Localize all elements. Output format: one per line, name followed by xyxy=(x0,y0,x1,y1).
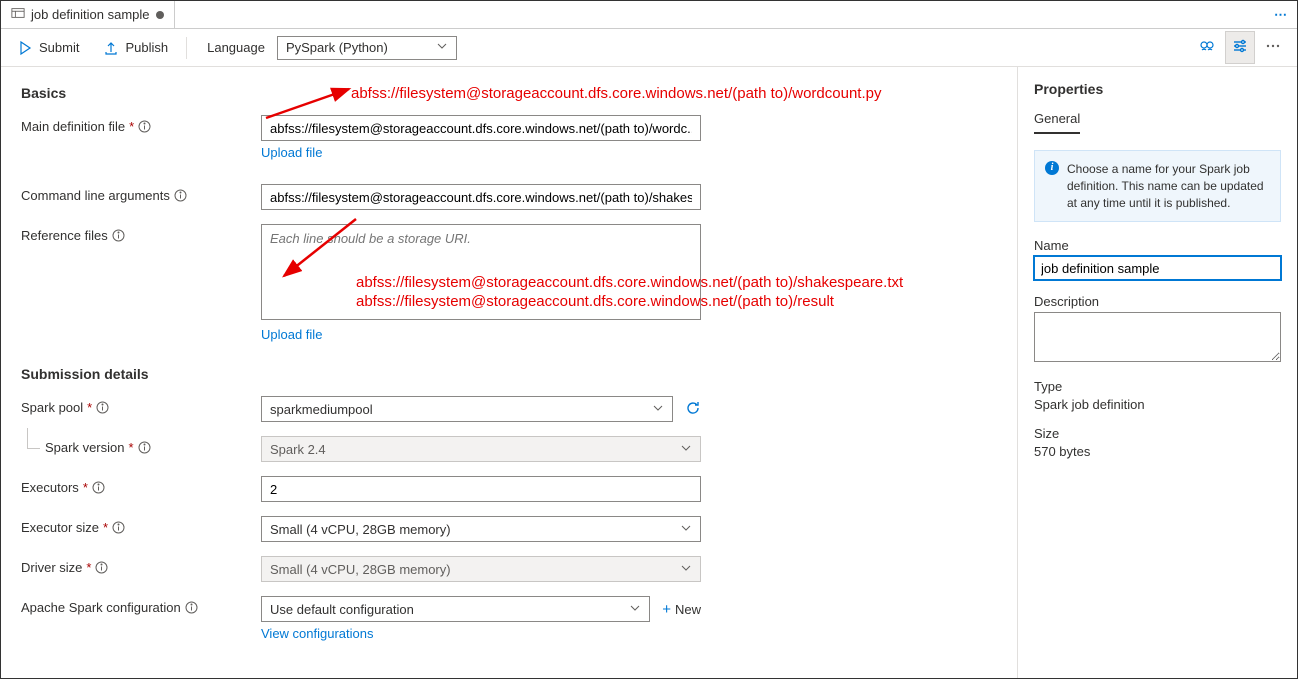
executors-input[interactable] xyxy=(261,476,701,502)
info-icon[interactable] xyxy=(112,229,125,242)
unsaved-indicator-icon xyxy=(156,11,164,19)
properties-panel: Properties General i Choose a name for y… xyxy=(1017,67,1297,678)
config-label: Apache Spark configuration xyxy=(21,600,181,615)
language-label: Language xyxy=(207,40,265,55)
name-input[interactable] xyxy=(1034,256,1281,280)
executor-size-label: Executor size xyxy=(21,520,99,535)
publish-button[interactable]: Publish xyxy=(97,36,174,60)
more-icon-button[interactable] xyxy=(1259,32,1287,63)
executor-size-value: Small (4 vCPU, 28GB memory) xyxy=(270,522,451,537)
info-text: Choose a name for your Spark job definit… xyxy=(1067,162,1264,210)
info-icon[interactable] xyxy=(138,120,151,133)
new-config-button[interactable]: + New xyxy=(662,601,701,618)
basics-heading: Basics xyxy=(21,85,997,101)
feedback-icon-button[interactable] xyxy=(1193,32,1221,63)
tabbar-more-icon[interactable]: ⋯ xyxy=(1274,1,1297,28)
info-icon[interactable] xyxy=(138,441,151,454)
description-label: Description xyxy=(1034,294,1281,309)
submit-label: Submit xyxy=(39,40,79,55)
language-select[interactable]: PySpark (Python) xyxy=(277,36,457,60)
config-value: Use default configuration xyxy=(270,602,414,617)
type-value: Spark job definition xyxy=(1034,397,1281,412)
config-select[interactable]: Use default configuration xyxy=(261,596,650,622)
upload-file-link-2[interactable]: Upload file xyxy=(261,327,322,342)
name-label: Name xyxy=(1034,238,1281,253)
view-configurations-link[interactable]: View configurations xyxy=(261,626,374,641)
info-message: i Choose a name for your Spark job defin… xyxy=(1034,150,1281,222)
main-def-file-label: Main definition file xyxy=(21,119,125,134)
upload-file-link[interactable]: Upload file xyxy=(261,145,322,160)
submission-heading: Submission details xyxy=(21,366,997,382)
spark-version-select: Spark 2.4 xyxy=(261,436,701,462)
cmd-args-input[interactable] xyxy=(261,184,701,210)
driver-size-value: Small (4 vCPU, 28GB memory) xyxy=(270,562,451,577)
publish-label: Publish xyxy=(125,40,168,55)
language-value: PySpark (Python) xyxy=(286,40,388,55)
refresh-button[interactable] xyxy=(685,400,701,419)
cmd-args-label: Command line arguments xyxy=(21,188,170,203)
executors-label: Executors xyxy=(21,480,79,495)
info-icon[interactable] xyxy=(174,189,187,202)
required-icon: * xyxy=(128,440,133,455)
main-def-file-input[interactable] xyxy=(261,115,701,141)
info-icon[interactable] xyxy=(95,561,108,574)
plus-icon: + xyxy=(662,601,671,618)
settings-icon-button[interactable] xyxy=(1225,31,1255,64)
toolbar: Submit Publish Language PySpark (Python) xyxy=(1,29,1297,67)
size-value: 570 bytes xyxy=(1034,444,1281,459)
required-icon: * xyxy=(87,400,92,415)
type-label: Type xyxy=(1034,379,1281,394)
info-icon[interactable] xyxy=(112,521,125,534)
spark-job-icon xyxy=(11,6,25,23)
chevron-down-icon xyxy=(629,602,641,617)
driver-size-select: Small (4 vCPU, 28GB memory) xyxy=(261,556,701,582)
tabbar: job definition sample ⋯ xyxy=(1,1,1297,29)
tab-job-definition[interactable]: job definition sample xyxy=(1,1,175,28)
spark-pool-select[interactable]: sparkmediumpool xyxy=(261,396,673,422)
spark-version-value: Spark 2.4 xyxy=(270,442,326,457)
spark-pool-label: Spark pool xyxy=(21,400,83,415)
info-badge-icon: i xyxy=(1045,161,1059,175)
required-icon: * xyxy=(129,119,134,134)
driver-size-label: Driver size xyxy=(21,560,82,575)
info-icon[interactable] xyxy=(92,481,105,494)
ref-files-label: Reference files xyxy=(21,228,108,243)
info-icon[interactable] xyxy=(96,401,109,414)
description-textarea[interactable] xyxy=(1034,312,1281,362)
executor-size-select[interactable]: Small (4 vCPU, 28GB memory) xyxy=(261,516,701,542)
info-icon[interactable] xyxy=(185,601,198,614)
ref-files-textarea[interactable] xyxy=(261,224,701,320)
required-icon: * xyxy=(86,560,91,575)
tab-title: job definition sample xyxy=(31,7,150,22)
chevron-down-icon xyxy=(652,402,664,417)
required-icon: * xyxy=(103,520,108,535)
properties-heading: Properties xyxy=(1034,81,1281,97)
chevron-down-icon xyxy=(680,442,692,457)
spark-version-label: Spark version xyxy=(45,440,124,455)
submit-button[interactable]: Submit xyxy=(11,36,85,60)
chevron-down-icon xyxy=(680,522,692,537)
chevron-down-icon xyxy=(436,40,448,55)
form-area: abfss://filesystem@storageaccount.dfs.co… xyxy=(1,67,1017,678)
tab-general[interactable]: General xyxy=(1034,111,1080,134)
size-label: Size xyxy=(1034,426,1281,441)
chevron-down-icon xyxy=(680,562,692,577)
spark-pool-value: sparkmediumpool xyxy=(270,402,373,417)
required-icon: * xyxy=(83,480,88,495)
